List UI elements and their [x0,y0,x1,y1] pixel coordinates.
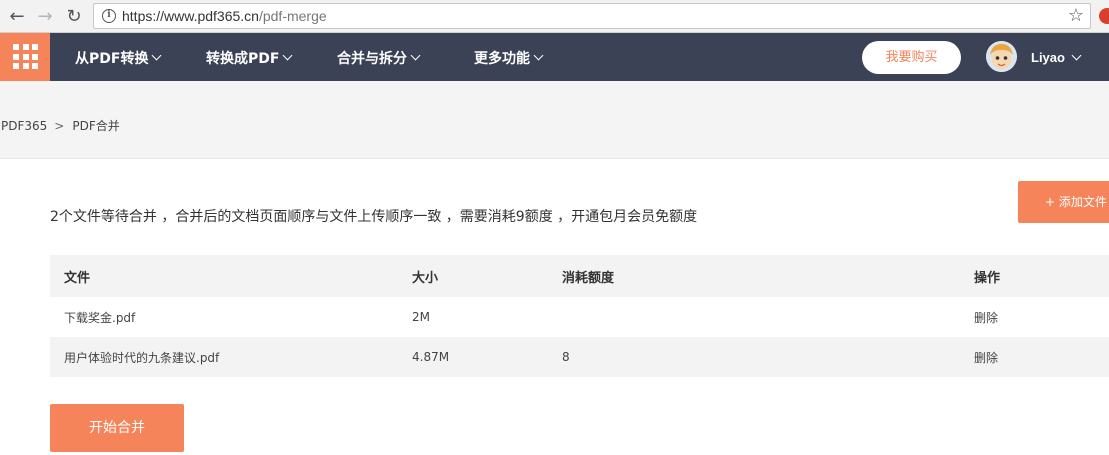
start-merge-button[interactable]: 开始合并 [50,404,184,452]
grid-icon [13,44,38,69]
file-table: 文件 大小 消耗额度 操作 下载奖金.pdf 2M 删除 用户体验时代的九条建议… [50,255,1109,377]
nav-label: 转换成PDF [206,51,280,67]
nav-label: 更多功能 [474,51,530,67]
breadcrumb-home[interactable]: PDF365 [1,119,47,133]
add-file-button[interactable]: + 添加文件 [1018,181,1109,223]
nav-label: 从PDF转换 [75,51,149,67]
merge-description: 2个文件等待合并 ，合并后的文档页面顺序与文件上传顺序一致 ，需要消耗9额度 ，… [50,209,698,225]
nav-to-pdf[interactable]: 转换成PDF [206,48,293,68]
address-bar[interactable]: i https://www.pdf365.cn/pdf-merge ☆ [93,3,1091,29]
table-header: 文件 大小 消耗额度 操作 [50,255,1109,297]
table-row: 用户体验时代的九条建议.pdf 4.87M 8 删除 [50,337,1109,377]
reload-icon[interactable]: ↻ [63,5,85,27]
file-size: 4.87M [412,350,450,364]
table-row: 下载奖金.pdf 2M 删除 [50,297,1109,337]
url-host: https://www.pdf365.cn [122,8,259,24]
info-icon[interactable]: i [102,9,116,23]
header-size: 大小 [412,270,439,286]
chevron-down-icon [283,50,293,61]
avatar[interactable] [986,41,1017,72]
url-path: /pdf-merge [258,8,327,24]
header-file: 文件 [64,270,91,286]
buy-button[interactable]: 我要购买 [862,41,961,74]
header-cost: 消耗额度 [562,270,615,286]
site-header: 从PDF转换 转换成PDF 合并与拆分 更多功能 我要购买 Liyao [0,33,1109,81]
url-text[interactable]: https://www.pdf365.cn/pdf-merge [122,8,327,24]
delete-link[interactable]: 删除 [974,297,998,337]
breadcrumb-separator: > [54,118,65,133]
file-size: 2M [412,310,430,324]
apps-grid-button[interactable] [0,33,50,81]
back-arrow-icon[interactable]: ← [6,5,28,27]
forward-arrow-icon[interactable]: → [34,5,56,27]
file-name: 下载奖金.pdf [64,310,136,325]
nav-merge-split[interactable]: 合并与拆分 [337,48,421,68]
user-name[interactable]: Liyao [1031,50,1065,65]
nav-label: 合并与拆分 [337,51,407,67]
delete-link[interactable]: 删除 [974,337,998,377]
nav-from-pdf[interactable]: 从PDF转换 [75,48,162,68]
chevron-down-icon [533,50,544,61]
chevron-down-icon [152,50,162,61]
breadcrumb-current: PDF合并 [72,119,120,133]
file-name: 用户体验时代的九条建议.pdf [64,350,220,365]
extension-icon[interactable] [1099,8,1109,24]
nav-more[interactable]: 更多功能 [474,48,544,68]
file-cost: 8 [562,350,570,364]
chevron-down-icon [410,50,421,61]
browser-toolbar: ← → ↻ i https://www.pdf365.cn/pdf-merge … [0,0,1109,33]
breadcrumb: PDF365 > PDF合并 [1,117,120,134]
bookmark-star-icon[interactable]: ☆ [1068,5,1084,26]
header-action: 操作 [974,270,1001,286]
user-menu-chevron-icon[interactable] [1071,50,1082,61]
merge-panel: + 添加文件 2个文件等待合并 ，合并后的文档页面顺序与文件上传顺序一致 ，需要… [0,158,1109,455]
